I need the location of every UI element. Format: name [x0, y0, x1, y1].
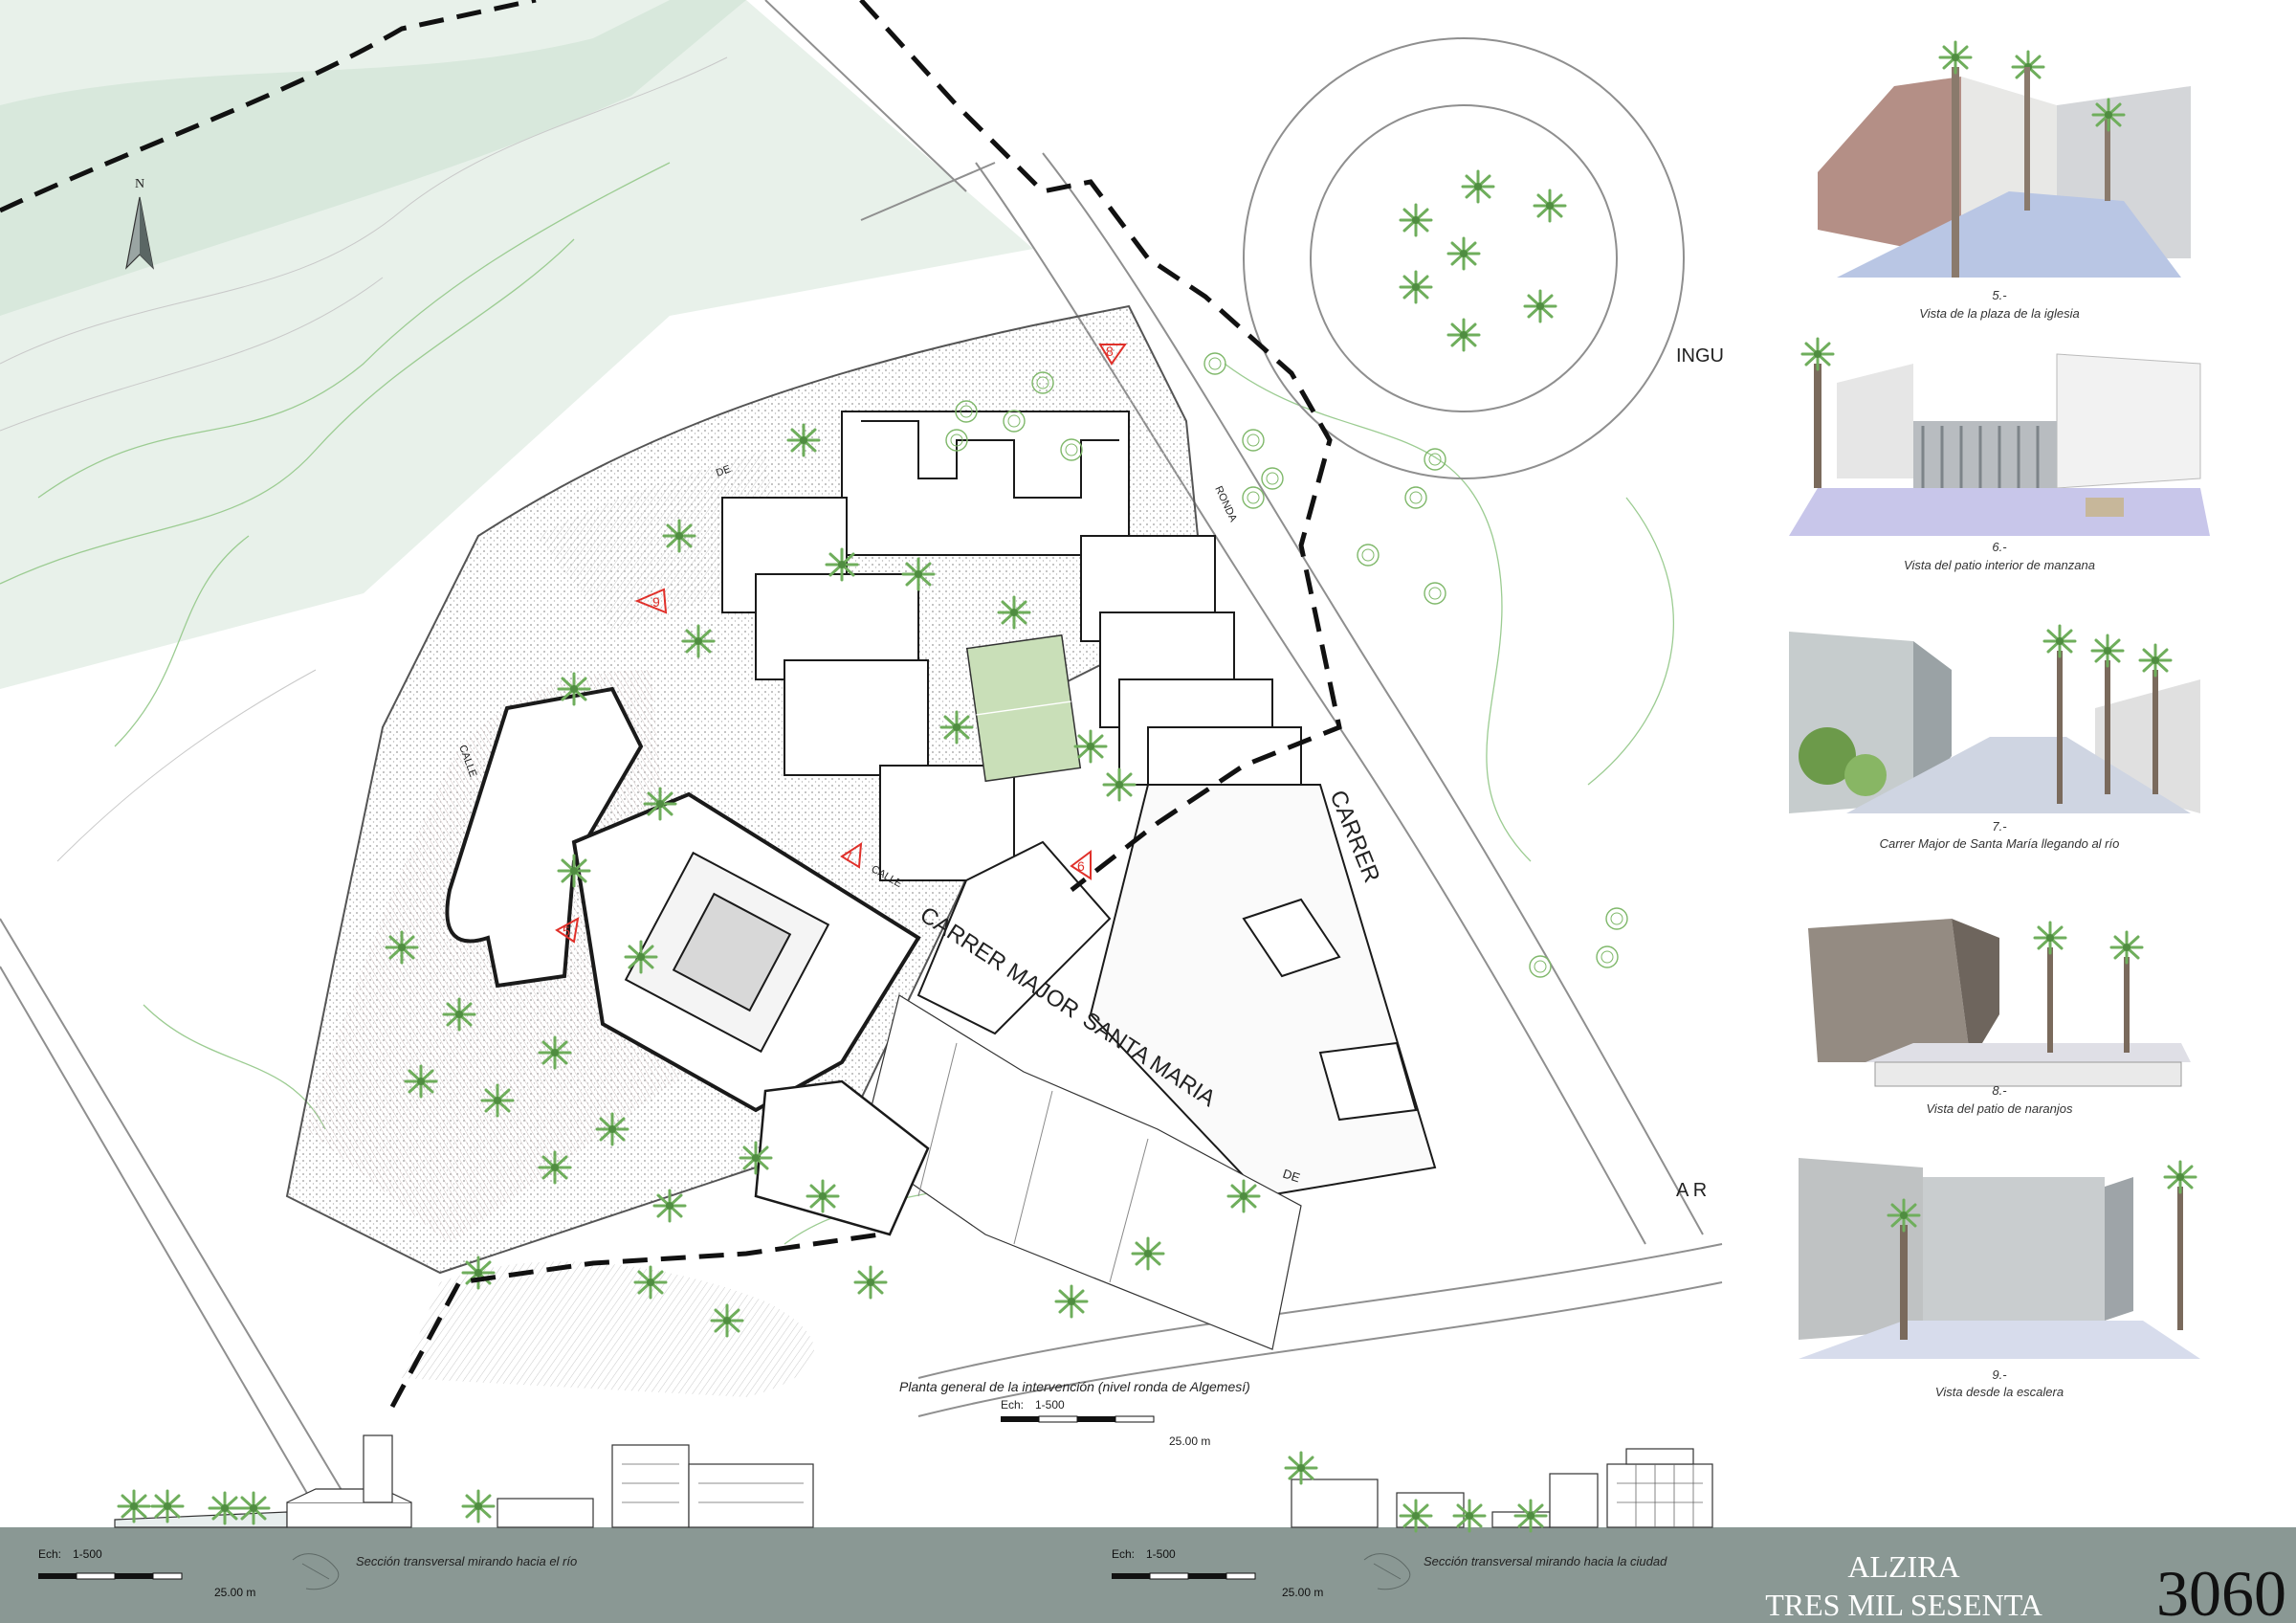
section-left-caption: Sección transversal mirando hacia el río [356, 1554, 577, 1568]
plan-scale-bar [1001, 1415, 1155, 1423]
view-6-number: 6.- [1992, 540, 2007, 554]
section-right-caption: Sección transversal mirando hacia la ciu… [1424, 1554, 1667, 1568]
view-8-number: 8.- [1992, 1083, 2007, 1098]
street-a-r-partial: A R [1676, 1180, 1707, 1201]
plan-title: Planta general de la intervención (nivel… [899, 1379, 1250, 1394]
viewpoint-6-marker: 6 [1070, 850, 1092, 880]
viewpoint-6-label: 6 [1077, 858, 1085, 874]
view-9-number: 9.- [1992, 1367, 2007, 1382]
architecture-sheet: CARRER MAJOR SANTA MARIA DE CARRER RONDA… [0, 0, 2296, 1623]
plan-scale-ratio: 1-500 [1035, 1398, 1065, 1412]
viewpoint-5-label: 5 [563, 923, 570, 939]
viewpoint-7-label: 7 [845, 849, 852, 864]
view-8-caption: Vista del patio de naranjos [1927, 1101, 2073, 1116]
views-panel: 5.- Vista de la plaza de la iglesia 6.- … [1730, 0, 2296, 1412]
view-5-render [1799, 38, 2200, 278]
view-6-caption: Vista del patio interior de manzana [1904, 558, 2095, 572]
brand-line1: ALZIRA [1847, 1549, 1959, 1584]
view-6-render [1789, 335, 2210, 555]
view-9-caption: Vista desde la escalera [1935, 1385, 2064, 1399]
section-right-scale-label: Ech: [1112, 1547, 1135, 1561]
section-right-scale-ratio: 1-500 [1146, 1547, 1176, 1561]
brand-number: 3060 [2156, 1557, 2286, 1623]
section-left-scale-label: Ech: [38, 1547, 61, 1561]
sports-court [965, 634, 1082, 783]
sections-band: Ech: 1-500 25.00 m Sección transversal m… [0, 1434, 2296, 1623]
section-right-elevation [1291, 1448, 1713, 1528]
viewpoint-9-label: 9 [652, 594, 660, 610]
view-5-caption: Vista de la plaza de la iglesia [1919, 306, 2079, 321]
section-left-scale-distance: 25.00 m [214, 1586, 255, 1599]
view-7-render [1789, 622, 2200, 813]
north-label: N [135, 177, 144, 191]
plan-title-block: Planta general de la intervención (nivel… [899, 1379, 1250, 1448]
view-7-number: 7.- [1992, 819, 2007, 834]
plan-scale-label: Ech: [1001, 1398, 1024, 1412]
plan-scale-distance: 25.00 m [1169, 1434, 1210, 1448]
view-7-caption: Carrer Major de Santa María llegando al … [1880, 836, 2120, 851]
viewpoint-8-label: 8 [1106, 344, 1114, 359]
section-left-scale-ratio: 1-500 [73, 1547, 102, 1561]
section-right-scale-distance: 25.00 m [1282, 1586, 1323, 1599]
view-9-render [1770, 1148, 2210, 1364]
view-8-render [1799, 880, 2200, 1091]
view-5-number: 5.- [1992, 288, 2007, 302]
street-ingu-partial: INGU [1676, 345, 1724, 367]
brand-line2: TRES MIL SESENTA [1765, 1588, 2042, 1622]
street-ronda: RONDA [1212, 484, 1239, 524]
